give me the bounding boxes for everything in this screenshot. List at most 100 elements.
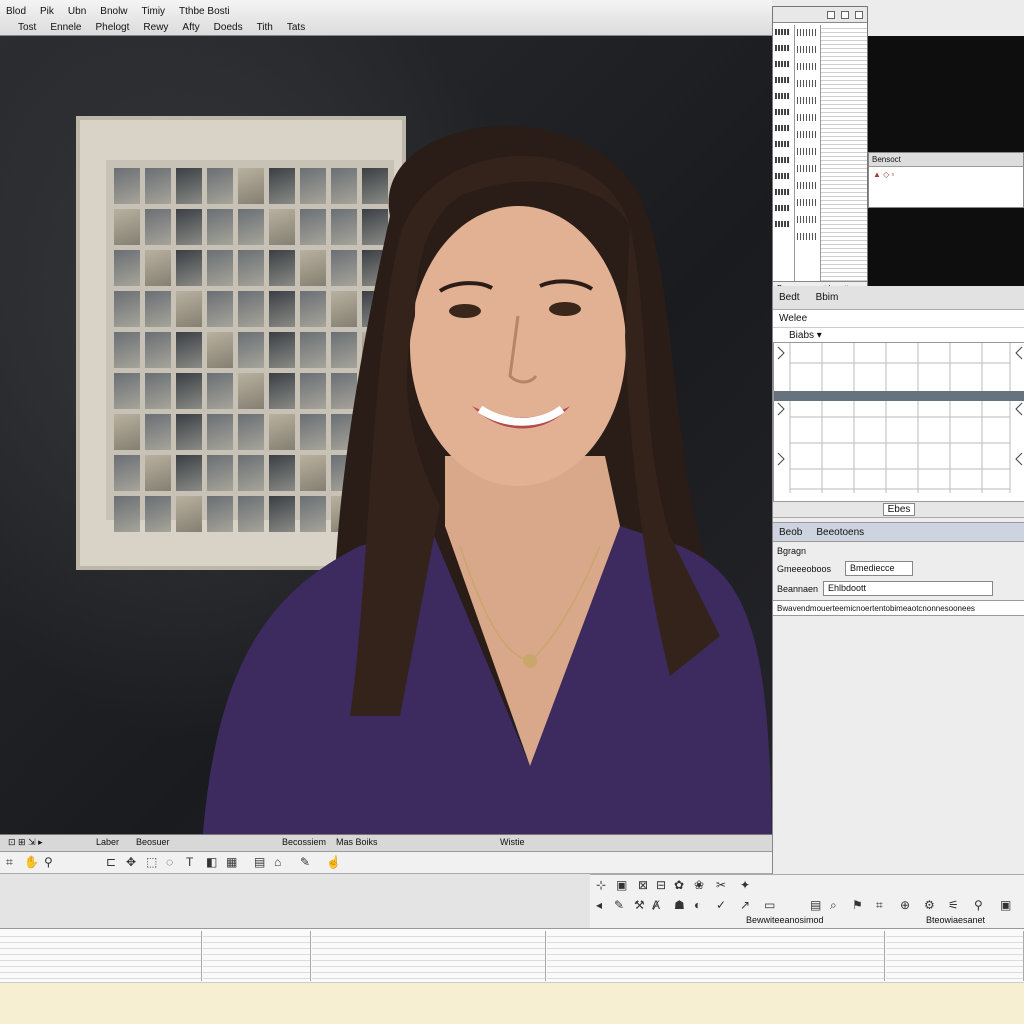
mini-panel-content: ▲ ◇ ▫ — [873, 170, 895, 179]
tool-icon[interactable]: ⌗ — [876, 899, 883, 912]
close-icon[interactable] — [855, 10, 863, 19]
tool-icon[interactable]: ⊟ — [656, 879, 666, 892]
minimize-icon[interactable] — [827, 10, 835, 19]
status-footer — [0, 982, 1024, 1024]
image-canvas[interactable] — [0, 36, 772, 834]
bottom-tabbar: ⊡ ⊞ ⇲ ▸ Laber Beosuer Becossiem Mas Boik… — [0, 834, 772, 852]
menu-file[interactable]: Blod — [6, 6, 26, 17]
text-icon[interactable]: T — [186, 856, 193, 869]
menubar: Blod Pik Ubn Bnolw Timiy Tthbe Bosti Tos… — [0, 0, 772, 36]
track-segment[interactable] — [547, 931, 885, 981]
tool-icon[interactable]: ❀ — [694, 879, 704, 892]
timeline-tracks[interactable] — [0, 928, 1024, 982]
pen-icon[interactable]: ✎ — [614, 899, 624, 912]
track-segment[interactable] — [312, 931, 546, 981]
fill-icon[interactable]: ◧ — [206, 856, 217, 869]
tab-bedt[interactable]: Bedt — [779, 292, 800, 303]
menu-item[interactable]: Ennele — [50, 22, 81, 33]
menu-image[interactable]: Ubn — [68, 6, 86, 17]
crop-icon[interactable]: ⊏ — [106, 856, 116, 869]
page-bar: Ebes — [773, 502, 1024, 518]
field1-label: Gmeeeoboos — [777, 564, 832, 574]
tab-beob[interactable]: Beob — [779, 527, 802, 538]
field2-input[interactable]: Ehlbdoott — [823, 581, 993, 596]
text-icon[interactable]: Ⱥ — [652, 899, 660, 912]
layers-panel[interactable]: Bessrooenent ba ott — [772, 6, 868, 296]
menu-layer[interactable]: Bnolw — [100, 6, 127, 17]
track-segment[interactable] — [0, 931, 202, 981]
select-icon[interactable]: ⬚ — [146, 856, 157, 869]
tool-icon[interactable]: ▣ — [616, 879, 627, 892]
tab-beeotoens[interactable]: Beeotoens — [816, 527, 864, 538]
layers-icon[interactable]: ▤ — [254, 856, 265, 869]
tool-icon[interactable]: ⚲ — [974, 899, 983, 912]
hand-icon[interactable]: ✋ — [24, 856, 39, 869]
field1-input[interactable]: Bmediecce — [845, 561, 913, 576]
tab-beosuer[interactable]: Beosuer — [136, 837, 170, 847]
layer-names-column — [795, 25, 821, 281]
menu-item[interactable]: Doeds — [214, 22, 243, 33]
tool-icon[interactable]: ✿ — [674, 879, 684, 892]
menu-item[interactable]: Afty — [182, 22, 199, 33]
menu-item[interactable]: Rewy — [143, 22, 168, 33]
tool-icon[interactable]: ⊠ — [638, 879, 648, 892]
menu-item[interactable]: Tith — [257, 22, 273, 33]
bottom-label-2: Bteowiaesanet — [926, 915, 986, 925]
chevron-down-icon: ▾ — [816, 330, 822, 341]
menu-item[interactable]: Tats — [287, 22, 305, 33]
pen-icon[interactable]: ✎ — [300, 856, 310, 869]
tool-icon[interactable]: ✓ — [716, 899, 726, 912]
tool-icon[interactable]: ⚒ — [634, 899, 645, 912]
tool-icon[interactable]: ▤ — [810, 899, 821, 912]
tool-icon[interactable]: ✦ — [740, 879, 750, 892]
menu-item[interactable]: Phelogt — [95, 22, 129, 33]
portrait-subject — [202, 126, 772, 834]
menu-select[interactable]: Tthbe Bosti — [179, 6, 230, 17]
timeline-area[interactable] — [0, 874, 590, 928]
tool-icon[interactable]: ⚟ — [948, 899, 959, 912]
tool-icon[interactable]: ▣ — [1000, 899, 1011, 912]
tool-icon[interactable]: ⚙ — [924, 899, 935, 912]
tool-icon[interactable]: ▭ — [764, 899, 775, 912]
tool-icon[interactable]: ⊕ — [900, 899, 910, 912]
finger-icon[interactable]: ☝ — [326, 856, 341, 869]
properties-panel: Bedt Bbim Welee Biabs ▾ Ebes Beob Beeoto… — [772, 286, 1024, 896]
tool-icons-mini[interactable]: ⊡ ⊞ ⇲ ▸ — [8, 837, 43, 848]
tool-icon[interactable]: ◂ — [596, 899, 602, 912]
preset-dropdown-label: Biabs — [789, 330, 815, 341]
grid-icon[interactable]: ▦ — [226, 856, 237, 869]
menu-edit[interactable]: Pik — [40, 6, 54, 17]
track-segment[interactable] — [886, 931, 1024, 981]
curves-graph[interactable] — [773, 342, 1024, 502]
tab-becossiem[interactable]: Becossiem — [282, 837, 326, 847]
tool-icon[interactable]: ⊹ — [596, 879, 606, 892]
page-field[interactable]: Ebes — [882, 503, 916, 516]
mini-panel[interactable]: Bensoct ▲ ◇ ▫ — [868, 152, 1024, 208]
secondary-tabs: Beob Beeotoens — [773, 522, 1024, 542]
brush-icon[interactable]: ⌗ — [6, 856, 13, 869]
track-segment[interactable] — [203, 931, 311, 981]
tab-bbim[interactable]: Bbim — [816, 292, 839, 303]
tool-icon[interactable]: ⚑ — [852, 899, 863, 912]
maximize-icon[interactable] — [841, 10, 849, 19]
lasso-icon[interactable]: ◌ — [166, 856, 173, 869]
zoom-icon[interactable]: ⚲ — [44, 856, 53, 869]
tool-icon[interactable]: ☗ — [674, 899, 685, 912]
stamp-icon[interactable]: ⌂ — [274, 856, 281, 869]
mini-panel-title: Bensoct — [869, 153, 1023, 167]
tool-icon[interactable]: ✂ — [716, 879, 726, 892]
layers-panel-titlebar[interactable] — [773, 7, 867, 23]
menu-item[interactable]: Tost — [18, 22, 36, 33]
tool-icon[interactable]: ↗ — [740, 899, 750, 912]
layer-list[interactable] — [821, 25, 867, 281]
tool-icon[interactable]: ◐ — [694, 899, 701, 912]
tab-laber[interactable]: Laber — [96, 837, 119, 847]
move-icon[interactable]: ✥ — [126, 856, 136, 869]
graph-highlight-band — [774, 391, 1024, 401]
tab-wistie[interactable]: Wistie — [500, 837, 525, 847]
tab-mas-boiks[interactable]: Mas Boiks — [336, 837, 378, 847]
tool-icon[interactable]: ⌕ — [830, 899, 837, 912]
section-heading: Bgragn — [777, 546, 807, 556]
panel-status: Bwavendmouerteemicnoertentobimeaotcnonne… — [773, 600, 1024, 616]
menu-type[interactable]: Timiy — [142, 6, 166, 17]
